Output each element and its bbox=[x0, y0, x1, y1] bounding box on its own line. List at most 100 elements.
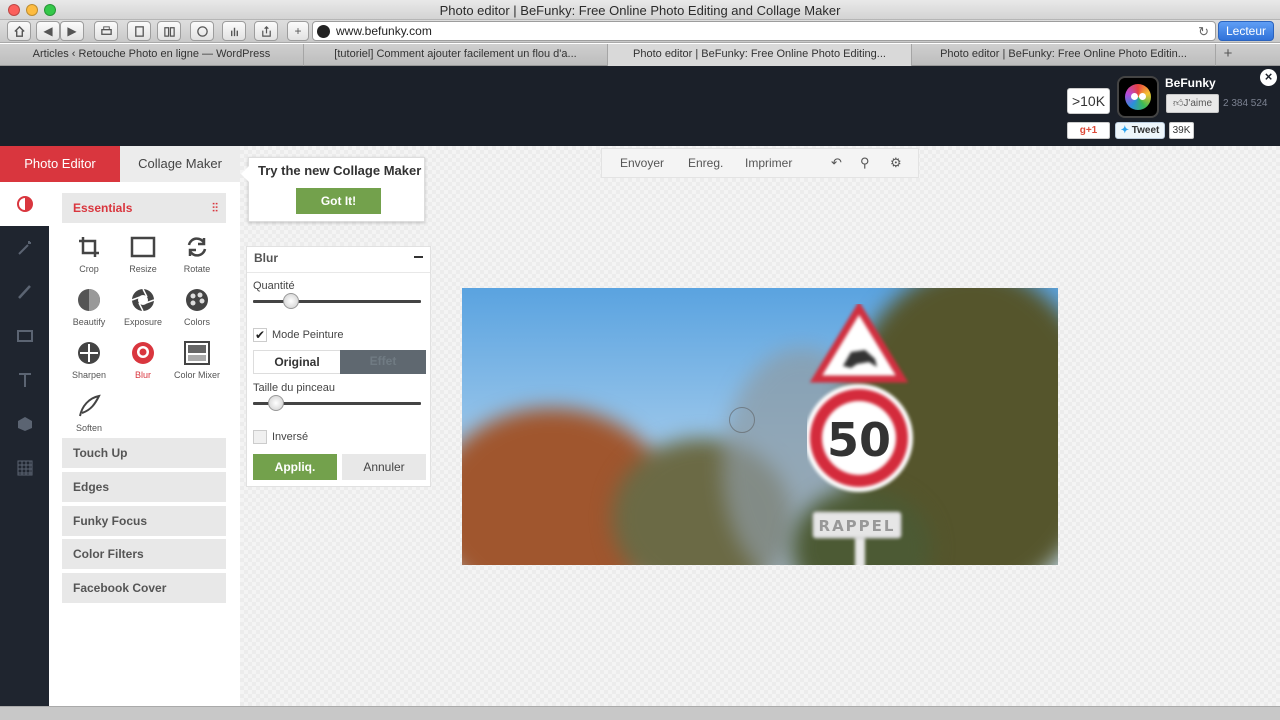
resize-icon bbox=[130, 234, 156, 260]
tool-resize[interactable]: Resize bbox=[116, 234, 170, 274]
browser-tab[interactable]: Photo editor | BeFunky: Free Online Phot… bbox=[912, 44, 1216, 66]
facebook-count-bubble: >10K bbox=[1067, 88, 1110, 114]
tab-collage-maker[interactable]: Collage Maker bbox=[120, 146, 240, 182]
section-facebook-cover[interactable]: Facebook Cover bbox=[62, 573, 226, 603]
rappel-text: RAPPEL bbox=[819, 517, 896, 535]
tool-label: Rotate bbox=[183, 264, 211, 274]
essentials-section-header[interactable]: Essentials ⫶⫶ bbox=[62, 193, 226, 223]
logo-ring bbox=[1125, 84, 1151, 110]
twitter-bird-icon: ✦ bbox=[1120, 125, 1129, 136]
inverse-checkbox[interactable] bbox=[253, 430, 267, 444]
brush-size-slider-knob[interactable] bbox=[268, 395, 285, 411]
print-button[interactable]: Imprimer bbox=[745, 156, 792, 170]
facebook-like-button[interactable]: 👍︎J'aime bbox=[1166, 94, 1219, 113]
print-toolbar-button[interactable] bbox=[94, 21, 118, 41]
logo-eye-left bbox=[1131, 93, 1138, 100]
tool-blur[interactable]: Blur bbox=[116, 340, 170, 380]
befunky-logo[interactable] bbox=[1117, 76, 1159, 118]
rail-frames-button[interactable] bbox=[0, 314, 49, 358]
forward-button[interactable]: ▶ bbox=[60, 21, 84, 41]
forward-arrow-icon: ▶ bbox=[67, 24, 77, 38]
rail-artsy-button[interactable] bbox=[0, 270, 49, 314]
brush-icon bbox=[17, 285, 31, 299]
essentials-label: Essentials bbox=[73, 201, 133, 215]
gear-icon[interactable]: ⚙ bbox=[890, 155, 906, 171]
brush-cursor bbox=[729, 407, 755, 433]
share-sheet-button[interactable] bbox=[127, 21, 151, 41]
quantity-slider-knob[interactable] bbox=[283, 293, 300, 309]
zoom-icon[interactable]: ⚲ bbox=[860, 155, 876, 171]
window-bottom-bar bbox=[0, 706, 1280, 720]
got-it-button[interactable]: Got It! bbox=[296, 188, 381, 214]
reload-icon[interactable]: ↻ bbox=[1198, 24, 1209, 40]
reader-button[interactable]: Lecteur bbox=[1218, 21, 1274, 41]
home-button[interactable] bbox=[7, 21, 31, 41]
apply-button[interactable]: Appliq. bbox=[253, 454, 337, 480]
tweet-count: 39K bbox=[1169, 122, 1194, 139]
new-tab-button[interactable]: + bbox=[1216, 44, 1240, 65]
google-plus-button[interactable]: g+1 bbox=[1067, 122, 1110, 139]
document-icon bbox=[134, 25, 144, 37]
address-bar[interactable]: www.befunky.com ↻ bbox=[312, 21, 1216, 41]
undo-icon[interactable]: ↶ bbox=[831, 155, 847, 171]
colors-icon bbox=[184, 287, 210, 313]
back-arrow-icon: ◀ bbox=[43, 24, 53, 38]
speed-number: 50 bbox=[827, 413, 891, 467]
effect-toggle[interactable]: Effet bbox=[340, 350, 426, 374]
hand-icon bbox=[230, 27, 238, 36]
tool-color-mixer[interactable]: Color Mixer bbox=[170, 340, 224, 380]
globe-icon bbox=[196, 25, 208, 37]
cancel-button[interactable]: Annuler bbox=[342, 454, 426, 480]
tweet-button[interactable]: ✦ Tweet bbox=[1115, 122, 1165, 139]
brush-size-slider[interactable] bbox=[253, 395, 421, 411]
collapse-icon[interactable] bbox=[414, 256, 423, 258]
bookmarks-button[interactable] bbox=[157, 21, 181, 41]
rail-textures-button[interactable] bbox=[0, 446, 49, 490]
extension-button[interactable] bbox=[222, 21, 246, 41]
tool-colors[interactable]: Colors bbox=[170, 287, 224, 327]
tool-soften[interactable]: Soften bbox=[62, 393, 116, 433]
section-edges[interactable]: Edges bbox=[62, 472, 226, 502]
close-icon[interactable]: × bbox=[1260, 69, 1277, 86]
rail-goodies-button[interactable] bbox=[0, 402, 49, 446]
section-color-filters[interactable]: Color Filters bbox=[62, 539, 226, 569]
original-toggle[interactable]: Original bbox=[253, 350, 341, 374]
quantity-slider[interactable] bbox=[253, 293, 421, 309]
contrast-icon bbox=[16, 196, 33, 212]
tool-exposure[interactable]: Exposure bbox=[116, 287, 170, 327]
tool-rotate[interactable]: Rotate bbox=[170, 234, 224, 274]
checkmark-icon: ✔ bbox=[254, 328, 266, 342]
rail-effects-button[interactable] bbox=[0, 226, 49, 270]
collage-maker-tooltip: Try the new Collage Maker Got It! bbox=[241, 157, 425, 222]
plus-icon: + bbox=[294, 24, 302, 38]
browser-tab[interactable]: [tutoriel] Comment ajouter facilement un… bbox=[304, 44, 608, 66]
send-button[interactable]: Envoyer bbox=[620, 156, 664, 170]
rail-text-button[interactable] bbox=[0, 358, 49, 402]
rail-essentials-button[interactable] bbox=[0, 182, 49, 226]
edited-photo[interactable]: 50 RAPPEL bbox=[462, 288, 1058, 565]
new-tab-toolbar-button[interactable]: + bbox=[287, 21, 309, 41]
tools-panel: Essentials ⫶⫶ Crop Resize Rotate Beautif… bbox=[49, 182, 240, 706]
tool-beautify[interactable]: Beautify bbox=[62, 287, 116, 327]
tab-photo-editor[interactable]: Photo Editor bbox=[0, 146, 120, 182]
quantity-label: Quantité bbox=[253, 280, 295, 292]
gplus-label: +1 bbox=[1085, 125, 1098, 136]
paint-mode-checkbox[interactable]: ✔ bbox=[253, 328, 267, 342]
tool-crop[interactable]: Crop bbox=[62, 234, 116, 274]
blur-icon bbox=[130, 340, 156, 366]
share-button[interactable] bbox=[254, 21, 278, 41]
logo-eye-right bbox=[1139, 93, 1146, 100]
like-label: J'aime bbox=[1183, 98, 1213, 109]
section-touch-up[interactable]: Touch Up bbox=[62, 438, 226, 468]
text-icon bbox=[18, 373, 31, 387]
section-funky-focus[interactable]: Funky Focus bbox=[62, 506, 226, 536]
wikipedia-button[interactable] bbox=[190, 21, 214, 41]
window-titlebar: Photo editor | BeFunky: Free Online Phot… bbox=[0, 0, 1280, 20]
save-button[interactable]: Enreg. bbox=[688, 156, 723, 170]
back-button[interactable]: ◀ bbox=[36, 21, 60, 41]
magic-wand-icon bbox=[17, 241, 31, 255]
tweet-label: Tweet bbox=[1131, 125, 1160, 136]
browser-tab[interactable]: Articles ‹ Retouche Photo en ligne — Wor… bbox=[0, 44, 304, 66]
tool-sharpen[interactable]: Sharpen bbox=[62, 340, 116, 380]
browser-tab-active[interactable]: Photo editor | BeFunky: Free Online Phot… bbox=[608, 44, 912, 66]
